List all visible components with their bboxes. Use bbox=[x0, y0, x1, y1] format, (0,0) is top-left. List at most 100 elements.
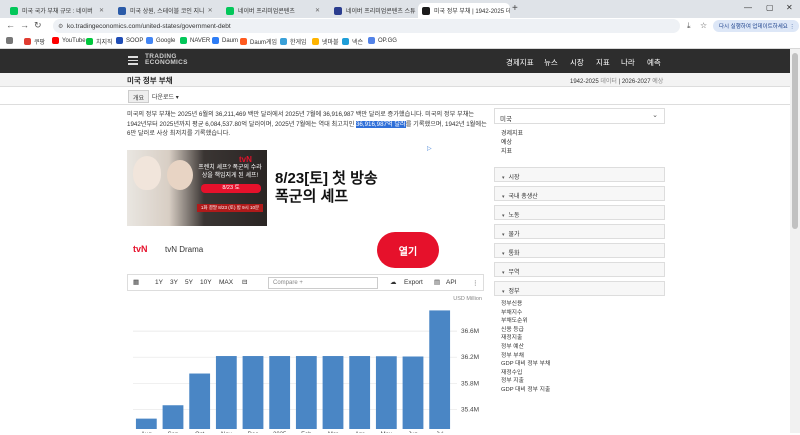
scrollbar-thumb[interactable] bbox=[792, 53, 798, 229]
bookmark-item[interactable]: 넥슨 bbox=[342, 37, 363, 46]
browser-tab[interactable]: 네이버 프리미엄콘텐츠 ✕ bbox=[222, 3, 324, 18]
back-icon[interactable]: ← bbox=[6, 20, 15, 30]
browser-tab-bar: 미국 국가 부채 규모 : 네이버 ✕ 미국 상원, 스테이블 코인 지니 ✕ 네이버 … bbox=[0, 0, 800, 18]
range-1y[interactable]: 1Y bbox=[155, 279, 163, 286]
browser-tab[interactable]: 미국 상원, 스테이블 코인 지니 ✕ bbox=[114, 3, 216, 18]
browser-tab[interactable]: 미국 국가 부채 규모 : 네이버 ✕ bbox=[6, 3, 108, 18]
browser-tab[interactable]: 네이버 프리미엄콘텐츠 스튜디✕ bbox=[330, 3, 416, 18]
range-years: 1942-2025 bbox=[570, 79, 599, 85]
sidebar-sub-item[interactable]: 정부 지출 bbox=[501, 377, 658, 386]
sidebar-sub-item[interactable]: 부채지수 bbox=[501, 309, 658, 318]
api-icon[interactable]: ▤ bbox=[434, 278, 440, 286]
bookmark-item[interactable]: Daum게임 bbox=[240, 37, 277, 46]
tab-favicon-icon bbox=[118, 6, 126, 15]
ad-choices-icon[interactable]: ▷ bbox=[427, 145, 432, 152]
reload-icon[interactable]: ↻ bbox=[34, 20, 42, 31]
ad-person-2 bbox=[167, 160, 193, 190]
top-nav-item[interactable]: 나라 bbox=[621, 57, 635, 68]
sidebar-links: 경제지표 예상 지표 bbox=[494, 124, 665, 163]
sidebar-sub-item[interactable]: 정부신용 bbox=[501, 300, 658, 309]
tab-favicon-icon bbox=[226, 6, 234, 15]
bookmark-item[interactable]: 넷마블 bbox=[312, 37, 339, 46]
sidebar-group[interactable]: ▾ 통화 bbox=[494, 243, 665, 258]
bookmark-item[interactable]: NAVER bbox=[180, 37, 210, 44]
top-nav-item[interactable]: 예측 bbox=[647, 57, 661, 68]
menu-icon[interactable] bbox=[128, 56, 138, 67]
top-nav-item[interactable]: 경제지표 bbox=[506, 57, 534, 68]
advertisement-banner[interactable]: tvN 프렌치 셰프? 폭군의 수라상을 책임지게 된 셰프! 8/23 토 1… bbox=[127, 146, 437, 226]
download-icon[interactable]: ⤓ bbox=[687, 21, 691, 31]
tab-overview[interactable]: 개요 bbox=[128, 90, 150, 103]
ad-image[interactable]: tvN 프렌치 셰프? 폭군의 수라상을 책임지게 된 셰프! 8/23 토 1… bbox=[127, 150, 267, 226]
forward-icon[interactable]: → bbox=[20, 20, 29, 30]
sidebar-group[interactable]: ▾ 노동 bbox=[494, 205, 665, 220]
sidebar-sub-item[interactable]: 재정수입 bbox=[501, 369, 658, 378]
new-tab-button[interactable]: + bbox=[512, 3, 518, 14]
bookmark-favicon-icon bbox=[180, 37, 187, 44]
range-3y[interactable]: 3Y bbox=[170, 279, 178, 286]
sidebar-sub-item[interactable]: GDP 대비 정부 부채 bbox=[501, 360, 658, 369]
close-window-icon[interactable]: ✕ bbox=[786, 3, 793, 12]
sidebar-sub-item[interactable]: GDP 대비 정부 지출 bbox=[501, 386, 658, 395]
bookmark-item[interactable]: Google bbox=[146, 37, 175, 44]
bookmark-item[interactable]: YouTube bbox=[52, 37, 86, 44]
tab-download[interactable]: 다운로드 ▾ bbox=[148, 90, 183, 103]
bookmark-item[interactable]: 쿠팡 bbox=[24, 37, 45, 46]
top-nav-item[interactable]: 시장 bbox=[570, 57, 584, 68]
sidebar-group[interactable]: ▾ 시장 bbox=[494, 167, 665, 182]
sidebar-group[interactable]: ▾ 무역 bbox=[494, 262, 665, 277]
bookmark-item[interactable]: Daum bbox=[212, 37, 238, 44]
sidebar-group[interactable]: ▾ 물가 bbox=[494, 224, 665, 239]
range-5y[interactable]: 5Y bbox=[185, 279, 193, 286]
bookmark-star-icon[interactable]: ☆ bbox=[700, 21, 707, 30]
sidebar-link[interactable]: 경제지표 bbox=[501, 130, 658, 139]
export-icon[interactable]: ☁ bbox=[390, 278, 397, 286]
sidebar-sub-item[interactable]: 부채도순위 bbox=[501, 317, 658, 326]
range-max[interactable]: MAX bbox=[219, 279, 233, 286]
bookmark-item[interactable]: OP.GG bbox=[368, 37, 397, 44]
calendar-icon[interactable]: ▦ bbox=[133, 278, 139, 286]
page-scrollbar[interactable] bbox=[790, 49, 800, 433]
compare-input[interactable]: Compare + bbox=[268, 277, 378, 289]
update-button[interactable]: 다시 실행하여 업데이트하세요 ⋮ bbox=[713, 20, 799, 32]
close-tab-icon[interactable]: ✕ bbox=[312, 7, 320, 14]
bookmark-item[interactable]: 치지직 bbox=[86, 37, 113, 46]
more-icon[interactable]: ⋮ bbox=[472, 279, 479, 287]
bookmark-item[interactable]: 한게임 bbox=[280, 37, 307, 46]
sidebar-link[interactable]: 예상 bbox=[501, 139, 658, 148]
sidebar-group-government[interactable]: ▾ 정부 bbox=[494, 281, 665, 296]
sidebar-sub-item[interactable]: 신용 등급 bbox=[501, 326, 658, 335]
chart-bar bbox=[242, 356, 264, 429]
logo-line-2: ECONOMICS bbox=[145, 59, 188, 66]
chart-type-icon[interactable]: ⊟ bbox=[242, 278, 247, 286]
bookmark-label: YouTube bbox=[62, 37, 86, 44]
bookmark-favicon-icon bbox=[52, 37, 59, 44]
apps-icon[interactable] bbox=[6, 37, 16, 44]
range-data-link[interactable]: 데이터 bbox=[600, 79, 617, 85]
close-tab-icon[interactable]: ✕ bbox=[205, 7, 213, 14]
ad-open-button[interactable]: 열기 bbox=[377, 232, 439, 268]
bookmark-label: 쿠팡 bbox=[34, 40, 46, 46]
close-tab-icon[interactable]: ✕ bbox=[96, 7, 104, 14]
top-nav-item[interactable]: 지표 bbox=[596, 57, 610, 68]
minimize-icon[interactable]: — bbox=[744, 3, 752, 12]
site-logo[interactable]: TRADING ECONOMICS bbox=[145, 53, 188, 66]
bookmark-item[interactable]: SOOP bbox=[116, 37, 143, 44]
sidebar-sub-item[interactable]: 정부 예산 bbox=[501, 343, 658, 352]
ad-date-pill: 8/23 토 bbox=[201, 184, 261, 193]
maximize-icon[interactable]: ▢ bbox=[766, 3, 774, 12]
browser-tab[interactable]: 미국 정부 부채 | 1942-2025 데✕ bbox=[418, 3, 510, 18]
range-10y[interactable]: 10Y bbox=[200, 279, 212, 286]
country-select[interactable]: 미국 ⌄ bbox=[494, 108, 665, 124]
api-button[interactable]: API bbox=[446, 279, 456, 286]
site-info-icon[interactable]: ⚙ bbox=[58, 23, 63, 30]
top-nav-item[interactable]: 뉴스 bbox=[544, 57, 558, 68]
sidebar-link[interactable]: 지표 bbox=[501, 148, 658, 157]
sidebar-sub-item[interactable]: 재정지출 bbox=[501, 334, 658, 343]
export-button[interactable]: Export bbox=[404, 279, 423, 286]
tab-title: 네이버 프리미엄콘텐츠 스튜디 bbox=[346, 9, 416, 15]
sidebar-group[interactable]: ▾ 국내 총생산 bbox=[494, 186, 665, 201]
address-bar[interactable]: ⚙ ko.tradingeconomics.com/united-states/… bbox=[53, 19, 680, 33]
range-forecast-link[interactable]: 예상 bbox=[652, 79, 663, 85]
sidebar-sub-item[interactable]: 정부 부채 bbox=[501, 352, 658, 361]
